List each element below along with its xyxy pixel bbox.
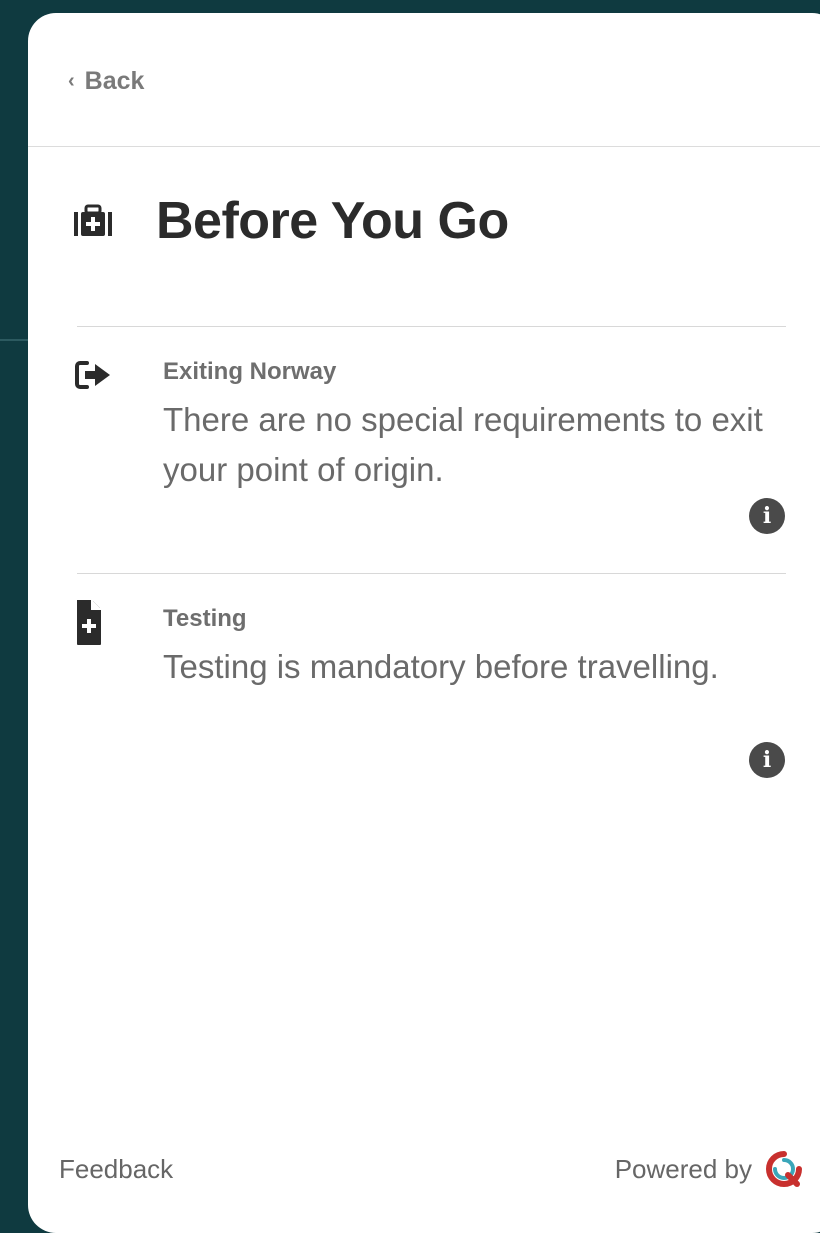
feedback-link[interactable]: Feedback [59,1154,173,1185]
requirement-label: Testing [163,605,247,632]
info-icon[interactable]: i [749,742,785,778]
back-button[interactable]: ‹ Back [68,67,144,96]
page-title: Before You Go [156,192,509,250]
powered-by-label: Powered by [614,1153,752,1184]
section-divider [77,573,786,574]
sign-out-icon [75,361,110,389]
info-icon[interactable]: i [749,498,785,534]
backdrop-divider [0,339,30,341]
medkit-icon [74,204,112,236]
page-title-row: Before You Go [72,191,509,251]
requirement-text: There are no special requirements to exi… [163,401,763,488]
back-label: Back [84,67,145,95]
requirement-text: Testing is mandatory before travelling. [163,648,719,685]
section-divider [77,326,786,327]
file-medical-icon [77,600,101,645]
chevron-left-icon: ‹ [68,69,75,92]
brand-logo-icon[interactable] [766,1151,802,1187]
requirement-label: Exiting Norway [163,358,337,385]
powered-by: Powered by [615,1151,802,1187]
panel-footer: Feedback Powered by [28,1149,820,1193]
panel-header: ‹ Back [28,13,820,147]
before-you-go-panel: ‹ Back Before You Go Exiting Norway Ther… [28,13,820,1233]
